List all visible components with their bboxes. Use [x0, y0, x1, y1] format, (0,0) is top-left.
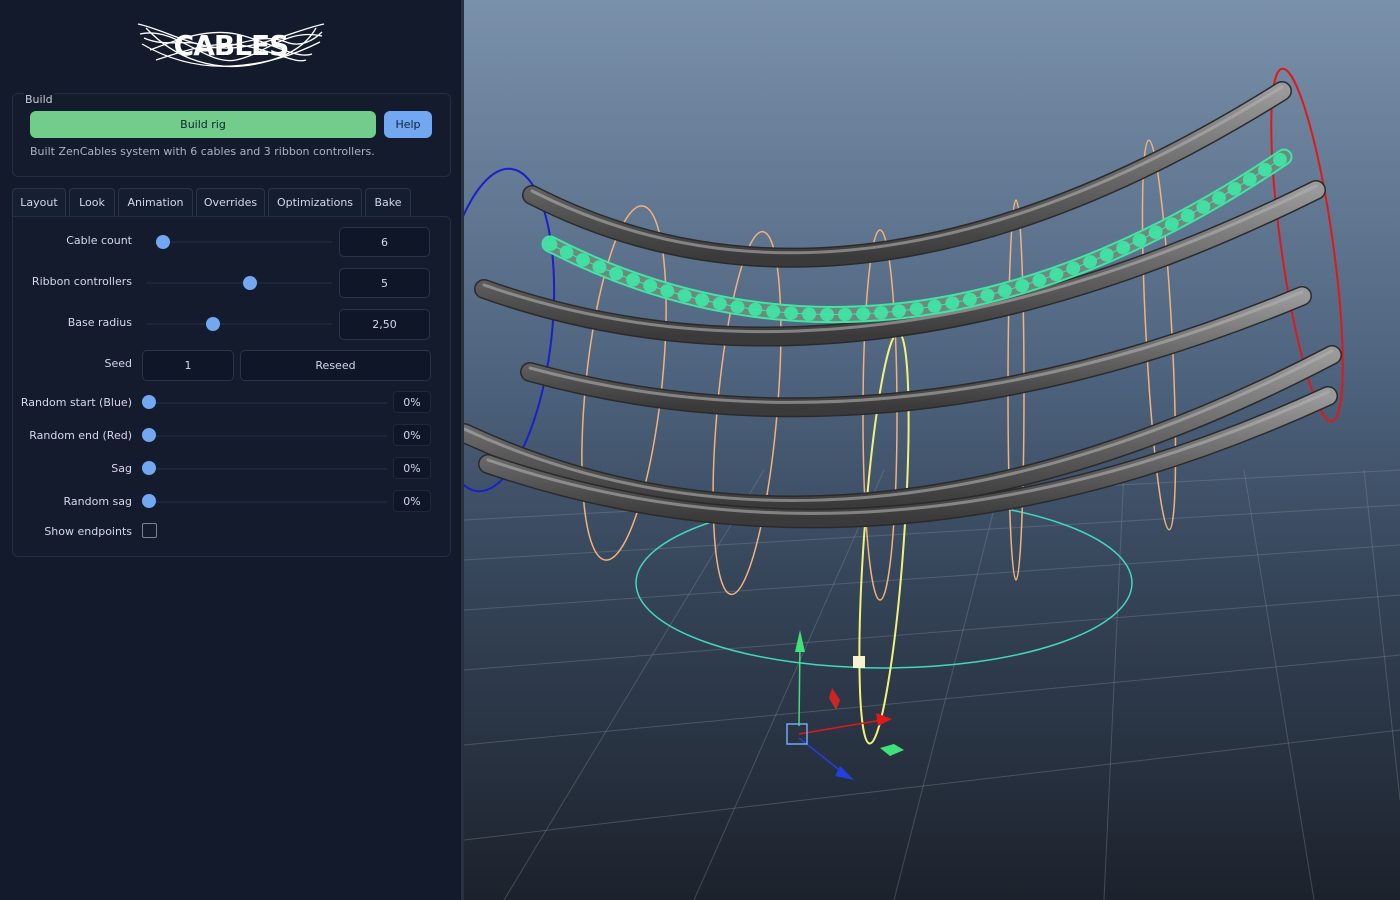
x-axis-arrow-icon	[876, 713, 892, 726]
build-rig-button[interactable]: Build rig	[30, 111, 376, 138]
cable-count-slider-handle[interactable]	[156, 235, 170, 249]
ribbon-controllers-spinbox[interactable]: 5	[339, 268, 430, 298]
pivot-point-icon	[853, 656, 865, 668]
ribbon-controllers-slider-handle[interactable]	[243, 276, 257, 290]
cables[interactable]	[464, 81, 1342, 529]
random-sag-value: 0%	[393, 490, 431, 512]
random-end-label: Random end (Red)	[29, 429, 132, 442]
ribbon-controllers-label: Ribbon controllers	[31, 275, 132, 288]
plane-handle-green-icon	[880, 744, 904, 756]
cables-logo: CABLES	[136, 20, 326, 72]
sag-slider-track[interactable]	[142, 468, 387, 470]
tab-look[interactable]: Look	[69, 188, 115, 216]
cable-count-label: Cable count	[66, 234, 132, 247]
random-end-slider-track[interactable]	[142, 435, 387, 437]
random-start-value: 0%	[393, 391, 431, 413]
show-endpoints-checkbox[interactable]	[142, 523, 157, 538]
tab-optimizations[interactable]: Optimizations	[268, 188, 362, 216]
seed-label: Seed	[104, 357, 133, 370]
cables-panel: CABLES Build Build rig Help Built ZenCab…	[0, 0, 462, 900]
random-start-slider-track[interactable]	[142, 402, 387, 404]
build-status-text: Built ZenCables system with 6 cables and…	[30, 145, 375, 158]
random-sag-slider-handle[interactable]	[142, 494, 156, 508]
scene-canvas[interactable]	[464, 0, 1400, 900]
ribbon-controllers-slider-track[interactable]	[146, 282, 332, 284]
cable-count-spinbox[interactable]: 6	[339, 227, 430, 257]
show-endpoints-label: Show endpoints	[44, 525, 132, 538]
random-sag-label: Random sag	[63, 495, 133, 508]
3d-viewport[interactable]	[464, 0, 1400, 900]
seed-spinbox[interactable]: 1	[142, 350, 234, 381]
random-end-value: 0%	[393, 424, 431, 446]
reseed-button[interactable]: Reseed	[240, 350, 431, 381]
mid-ring-3[interactable]	[862, 229, 898, 601]
tab-layout[interactable]: Layout	[12, 188, 66, 216]
base-radius-slider-track[interactable]	[146, 323, 332, 325]
sag-value: 0%	[393, 457, 431, 479]
base-radius-spinbox[interactable]: 2,50	[339, 309, 430, 340]
plane-handle-red-icon	[829, 688, 840, 710]
move-manipulator[interactable]	[786, 630, 904, 780]
random-start-label: Random start (Blue)	[20, 396, 132, 409]
random-start-slider-handle[interactable]	[142, 395, 156, 409]
cable-count-slider-track[interactable]	[156, 241, 332, 243]
sag-slider-handle[interactable]	[142, 461, 156, 475]
base-radius-slider-handle[interactable]	[206, 317, 220, 331]
sag-label: Sag	[111, 462, 132, 475]
y-axis-arrow-icon	[795, 630, 805, 652]
help-button[interactable]: Help	[384, 111, 432, 138]
cables-logo-text: CABLES	[173, 29, 290, 62]
random-sag-slider-track[interactable]	[142, 501, 387, 503]
tab-overrides[interactable]: Overrides	[196, 188, 265, 216]
tab-bake[interactable]: Bake	[365, 188, 411, 216]
build-group-legend: Build	[24, 93, 54, 106]
tab-animation[interactable]: Animation	[118, 188, 193, 216]
base-radius-label: Base radius	[67, 316, 132, 329]
ground-grid	[464, 469, 1400, 900]
random-end-slider-handle[interactable]	[142, 428, 156, 442]
